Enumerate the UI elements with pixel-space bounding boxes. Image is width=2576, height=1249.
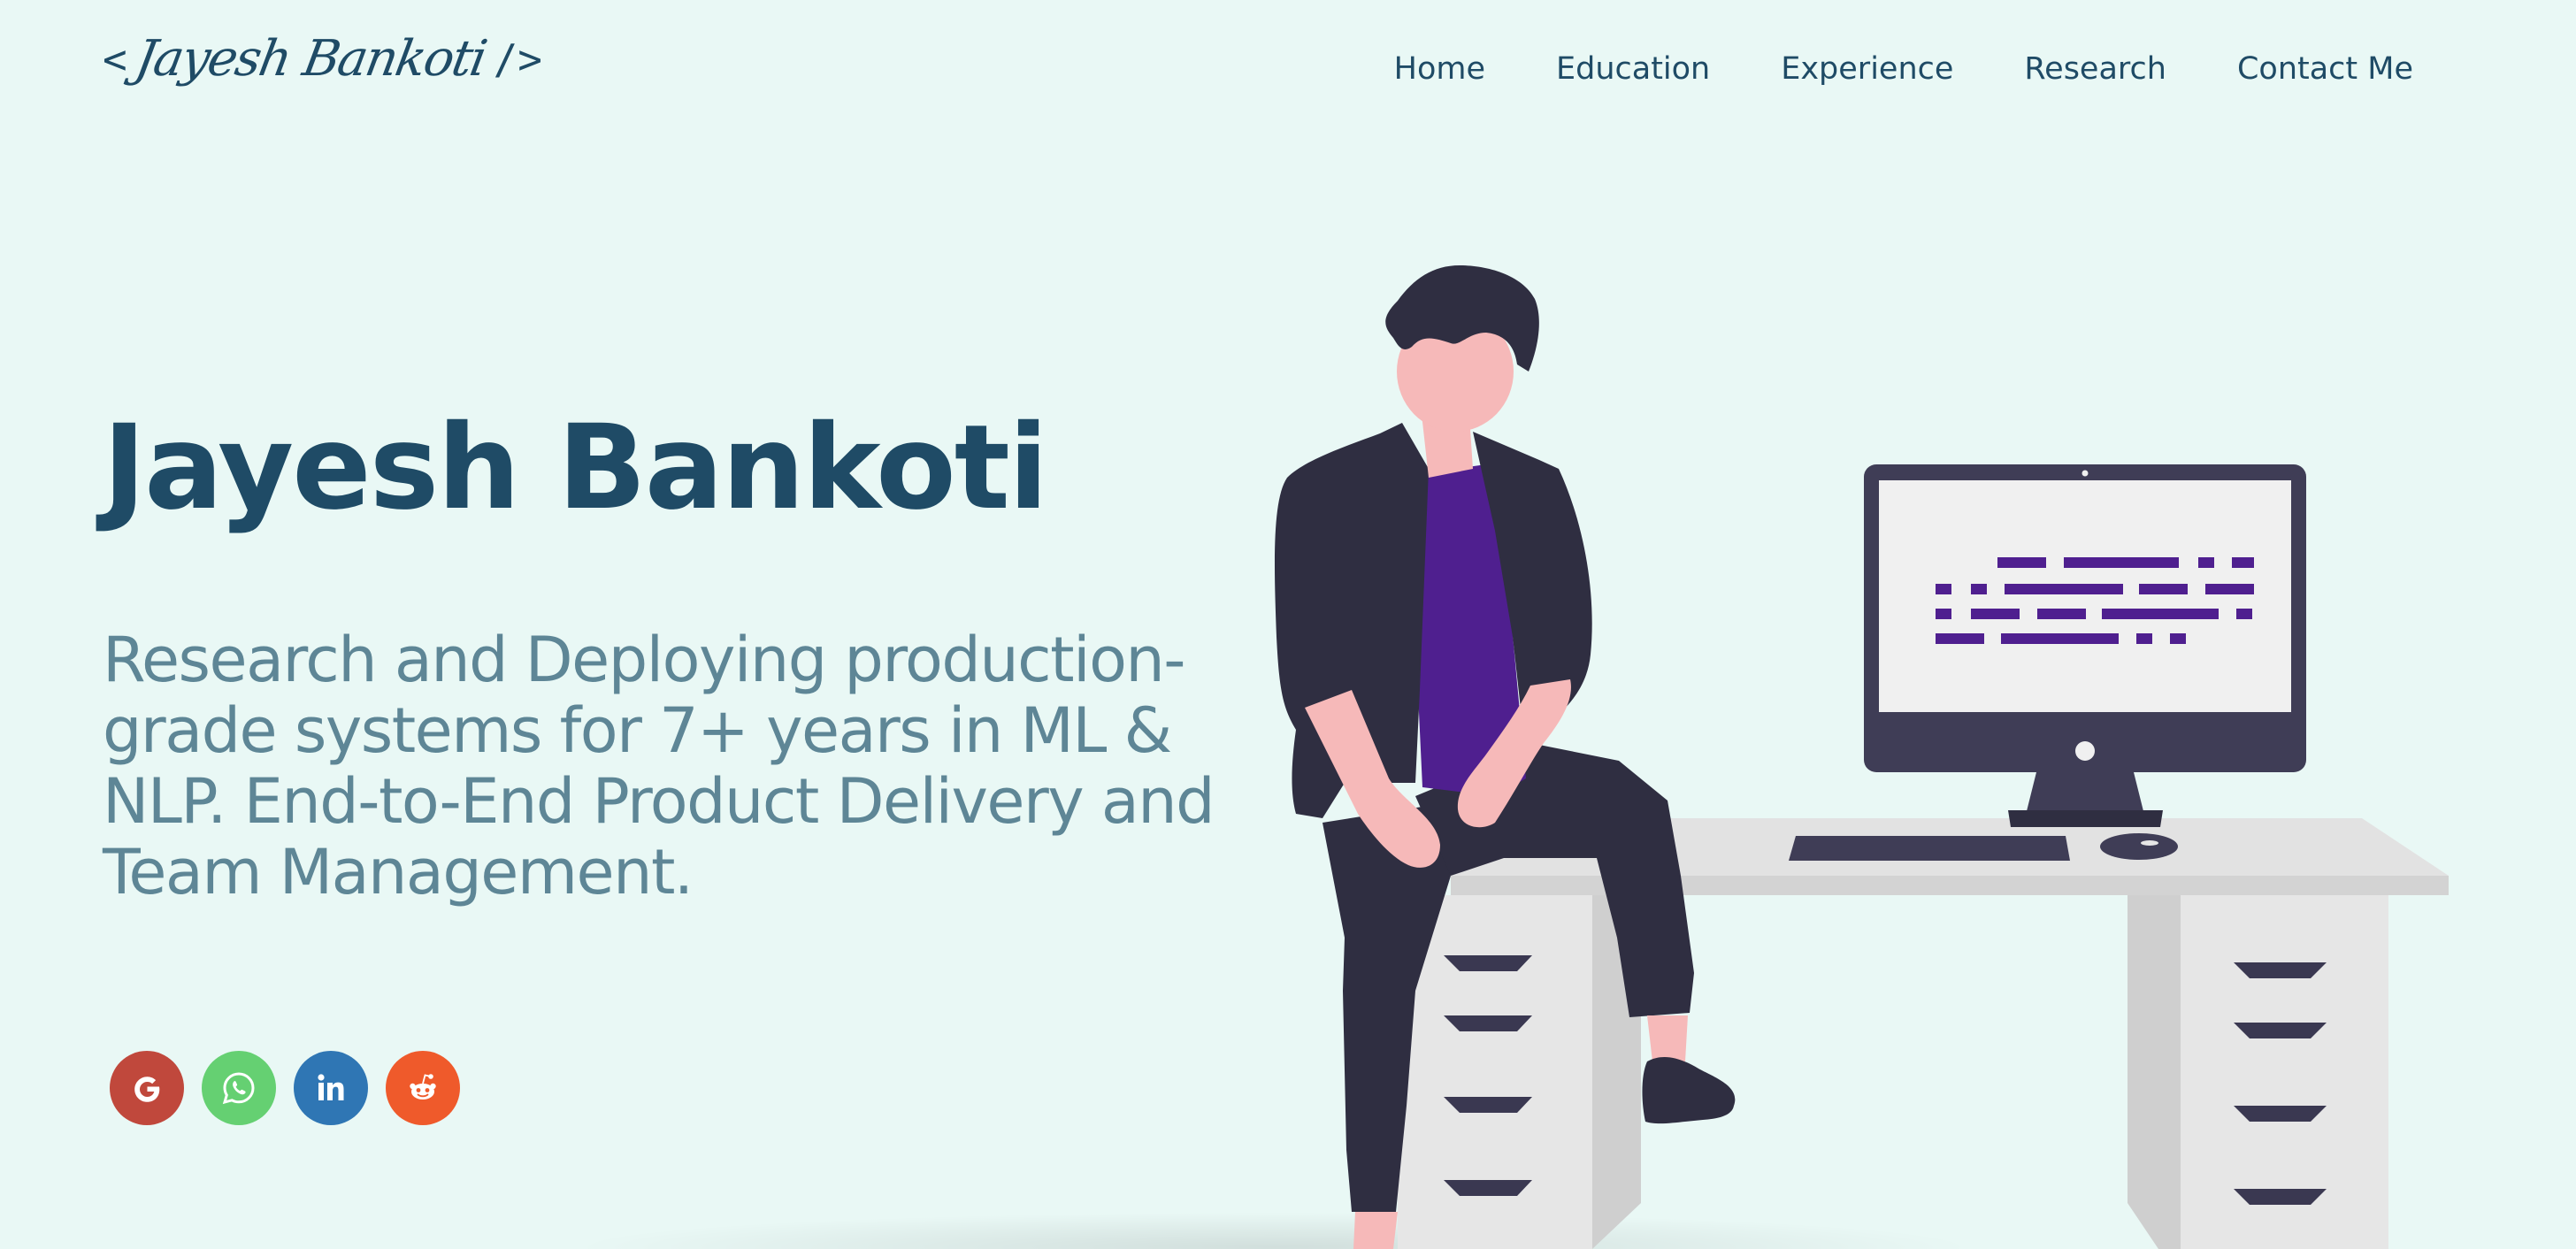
main-nav: Home Education Experience Research Conta…	[1394, 51, 2413, 87]
person-shoe	[1642, 1056, 1736, 1124]
header: < Jayesh Bankoti /> Home Education Exper…	[0, 0, 2576, 159]
google-icon	[134, 1077, 160, 1102]
whatsapp-button[interactable]	[202, 1051, 276, 1125]
nav-home[interactable]: Home	[1394, 51, 1485, 87]
reddit-button[interactable]	[386, 1051, 460, 1125]
hero-tagline: Research and Deploying production-grade …	[103, 624, 1215, 908]
nav-contact-me[interactable]: Contact Me	[2237, 51, 2413, 87]
desk-drawer-right	[2128, 895, 2181, 1249]
linkedin-icon	[318, 1074, 344, 1100]
page: < Jayesh Bankoti /> Home Education Exper…	[0, 0, 2576, 1249]
nav-education[interactable]: Education	[1556, 51, 1710, 87]
hero-illustration	[1274, 265, 2449, 1249]
whatsapp-icon	[222, 1072, 255, 1105]
social-links	[110, 1051, 460, 1125]
logo-close-bracket: />	[493, 34, 542, 83]
keyboard	[1789, 836, 2070, 861]
nav-experience[interactable]: Experience	[1781, 51, 1953, 87]
logo-open-bracket: <	[103, 34, 127, 83]
google-button[interactable]	[110, 1051, 184, 1125]
logo-name: Jayesh Bankoti	[130, 30, 490, 88]
hero-name: Jayesh Bankoti	[103, 400, 1048, 536]
linkedin-button[interactable]	[294, 1051, 368, 1125]
mouse	[2100, 833, 2178, 860]
reddit-icon	[410, 1074, 436, 1100]
nav-research[interactable]: Research	[2024, 51, 2166, 87]
logo[interactable]: < Jayesh Bankoti />	[103, 30, 542, 88]
